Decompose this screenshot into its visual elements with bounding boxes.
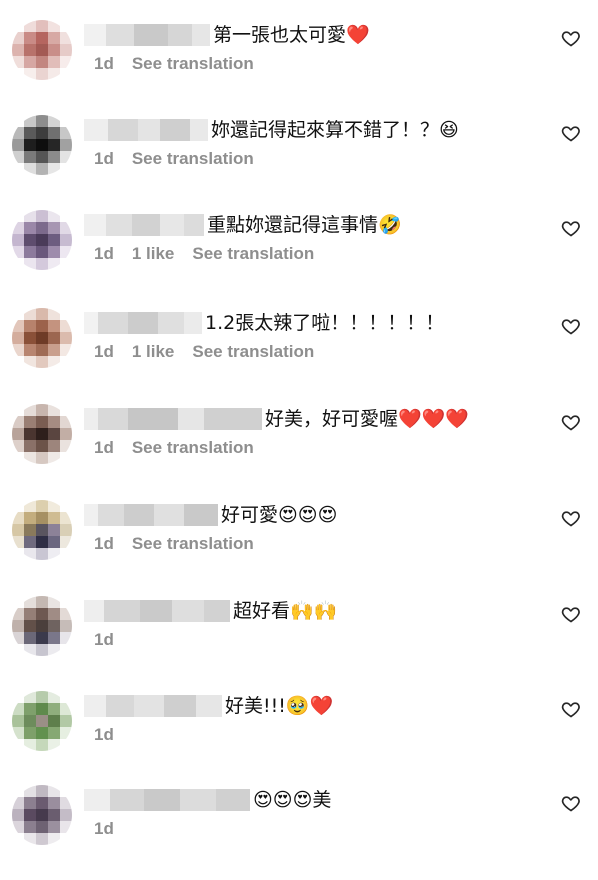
like-count[interactable]: 1 like xyxy=(132,244,175,264)
username-blurred[interactable] xyxy=(84,24,210,46)
comment-item: 超好看🙌🙌 1d xyxy=(0,596,598,666)
heart-icon[interactable] xyxy=(561,793,581,813)
like-count[interactable]: 1 like xyxy=(132,342,175,362)
comment-text: 😍😍😍美 xyxy=(253,789,332,811)
comment-age[interactable]: 1d xyxy=(94,54,114,74)
comment-text: 第一張也太可愛❤️ xyxy=(213,24,370,46)
heart-icon[interactable] xyxy=(561,508,581,528)
comment-age[interactable]: 1d xyxy=(94,438,114,458)
comment-age[interactable]: 1d xyxy=(94,819,114,839)
comment-text: 好美!!!🥹❤️ xyxy=(225,695,334,717)
avatar[interactable] xyxy=(12,308,72,368)
username-blurred[interactable] xyxy=(84,408,262,430)
avatar[interactable] xyxy=(12,596,72,656)
see-translation-link[interactable]: See translation xyxy=(132,54,254,74)
avatar[interactable] xyxy=(12,20,72,80)
see-translation-link[interactable]: See translation xyxy=(192,244,314,264)
username-blurred[interactable] xyxy=(84,695,222,717)
heart-icon[interactable] xyxy=(561,604,581,624)
comment-item: 😍😍😍美 1d xyxy=(0,785,598,855)
comment-text: 妳還記得起來算不錯了！？😆 xyxy=(211,119,459,141)
comment-age[interactable]: 1d xyxy=(94,630,114,650)
comment-text: 超好看🙌🙌 xyxy=(233,600,338,622)
comment-age[interactable]: 1d xyxy=(94,534,114,554)
username-blurred[interactable] xyxy=(84,789,250,811)
comment-item: 1.2張太辣了啦！！！！！！ 1d 1 like See translation xyxy=(0,308,598,378)
avatar[interactable] xyxy=(12,691,72,751)
heart-icon[interactable] xyxy=(561,316,581,336)
comment-item: 好美!!!🥹❤️ 1d xyxy=(0,691,598,761)
comment-item: 好可愛😍😍😍 1d See translation xyxy=(0,500,598,570)
heart-icon[interactable] xyxy=(561,412,581,432)
avatar[interactable] xyxy=(12,404,72,464)
avatar[interactable] xyxy=(12,785,72,845)
username-blurred[interactable] xyxy=(84,312,202,334)
avatar[interactable] xyxy=(12,210,72,270)
heart-icon[interactable] xyxy=(561,218,581,238)
comment-item: 妳還記得起來算不錯了！？😆 1d See translation xyxy=(0,115,598,185)
comment-list: 第一張也太可愛❤️ 1d See translation 妳還記得起來算不錯了！… xyxy=(0,0,598,880)
comment-item: 第一張也太可愛❤️ 1d See translation xyxy=(0,20,598,90)
comment-text: 好美，好可愛喔❤️❤️❤️ xyxy=(265,408,469,430)
avatar[interactable] xyxy=(12,115,72,175)
see-translation-link[interactable]: See translation xyxy=(192,342,314,362)
comment-item: 好美，好可愛喔❤️❤️❤️ 1d See translation xyxy=(0,404,598,474)
see-translation-link[interactable]: See translation xyxy=(132,149,254,169)
comment-age[interactable]: 1d xyxy=(94,244,114,264)
username-blurred[interactable] xyxy=(84,214,204,236)
comment-text: 重點妳還記得這事情🤣 xyxy=(207,214,402,236)
username-blurred[interactable] xyxy=(84,504,218,526)
heart-icon[interactable] xyxy=(561,699,581,719)
see-translation-link[interactable]: See translation xyxy=(132,534,254,554)
username-blurred[interactable] xyxy=(84,600,230,622)
username-blurred[interactable] xyxy=(84,119,208,141)
heart-icon[interactable] xyxy=(561,28,581,48)
see-translation-link[interactable]: See translation xyxy=(132,438,254,458)
comment-text: 1.2張太辣了啦！！！！！！ xyxy=(205,312,445,334)
avatar[interactable] xyxy=(12,500,72,560)
comment-age[interactable]: 1d xyxy=(94,725,114,745)
heart-icon[interactable] xyxy=(561,123,581,143)
comment-age[interactable]: 1d xyxy=(94,149,114,169)
comment-item: 重點妳還記得這事情🤣 1d 1 like See translation xyxy=(0,210,598,280)
comment-age[interactable]: 1d xyxy=(94,342,114,362)
comment-text: 好可愛😍😍😍 xyxy=(221,504,338,526)
